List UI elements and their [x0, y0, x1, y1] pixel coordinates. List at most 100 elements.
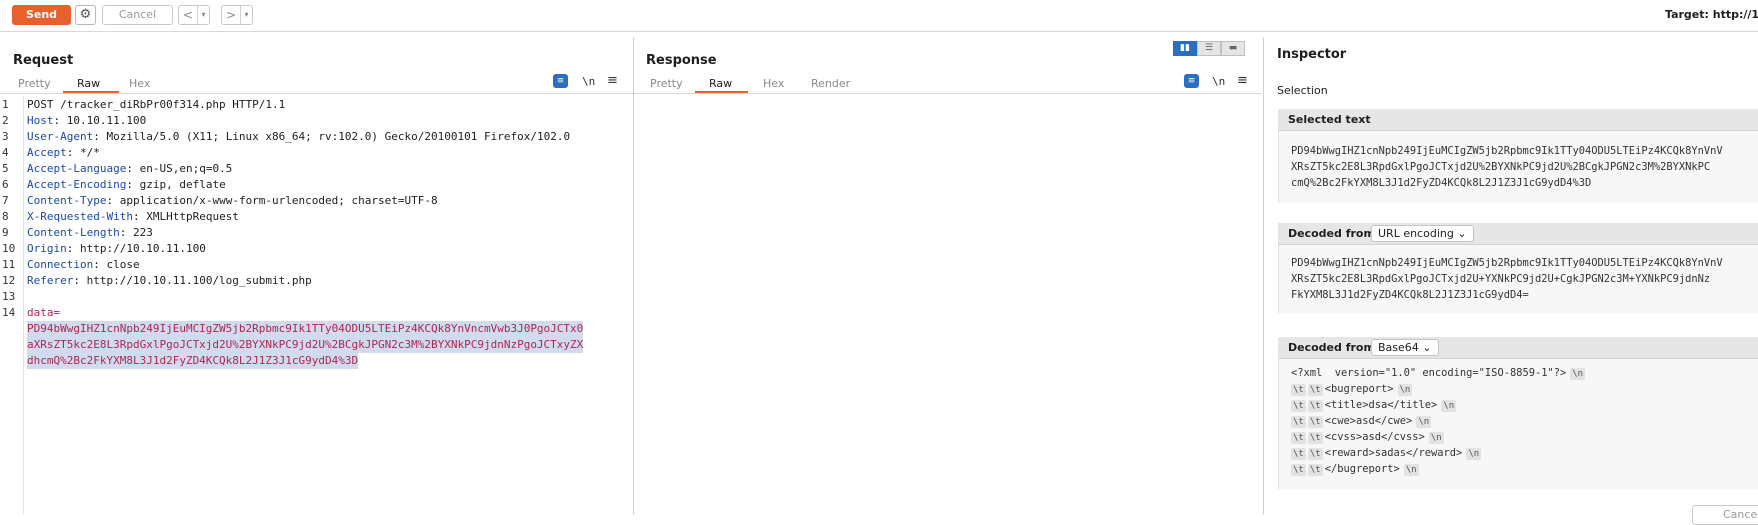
- inspector-cancel-button[interactable]: Cancel: [1692, 505, 1758, 525]
- tab-char-badge: \t: [1307, 400, 1323, 412]
- tab-response-raw[interactable]: Raw: [709, 77, 732, 90]
- tab-char-badge: \t: [1307, 448, 1323, 460]
- send-button[interactable]: Send: [12, 5, 71, 25]
- base64-dropdown[interactable]: Base64 ⌄: [1371, 339, 1439, 356]
- request-title: Request: [13, 53, 74, 68]
- selected-text-label: Selected text: [1288, 113, 1371, 126]
- request-line-content: data=: [27, 305, 60, 321]
- request-line-text: POST /tracker_diRbPr00f314.php HTTP/1.1: [27, 98, 286, 111]
- request-menu-icon[interactable]: ≡: [607, 73, 618, 88]
- body-param-name: data=: [27, 306, 61, 319]
- newline-toggle-icon[interactable]: \n: [582, 75, 595, 88]
- request-line-content: Referer: http://10.10.11.100/log_submit.…: [27, 274, 312, 287]
- back-nav-group[interactable]: < ▾: [178, 5, 210, 25]
- response-wrap-lines-icon[interactable]: ≡: [1184, 74, 1199, 88]
- header-name: X-Requested-With: [27, 210, 133, 223]
- header-value: http://10.10.11.100: [80, 242, 206, 255]
- header-name: Referer: [27, 274, 74, 287]
- line-number: 10: [2, 242, 16, 255]
- header-value: application/x-www-form-urlencoded; chars…: [119, 194, 438, 207]
- layout-stacked-icon[interactable]: ☰: [1197, 41, 1221, 56]
- wrap-lines-icon[interactable]: ≡: [553, 74, 568, 88]
- tab-char-badge: \t: [1291, 448, 1306, 460]
- forward-history-dropdown-icon[interactable]: ▾: [240, 6, 252, 24]
- selected-text-body[interactable]: PD94bWwgIHZ1cnNpb249IjEuMCIgZW5jb2Rpbmc9…: [1278, 131, 1758, 203]
- xml-text: </bugreport>: [1324, 463, 1400, 475]
- response-inspector-divider[interactable]: [1263, 37, 1264, 515]
- tab-request-hex[interactable]: Hex: [129, 77, 150, 90]
- response-newline-toggle-icon[interactable]: \n: [1212, 75, 1225, 88]
- header-name: Connection: [27, 258, 94, 271]
- request-line-content: Connection: close: [27, 258, 140, 271]
- xml-line: \t \t <reward>sadas</reward> \n: [1291, 445, 1483, 461]
- chevron-down-icon: ⌄: [1422, 341, 1432, 354]
- xml-text: <cwe>asd</cwe>: [1324, 415, 1413, 427]
- xml-line: \t \t <bugreport> \n: [1291, 381, 1414, 397]
- layout-tabbed-icon[interactable]: ▬: [1221, 41, 1245, 56]
- tab-request-pretty[interactable]: Pretty: [18, 77, 51, 90]
- back-history-dropdown-icon[interactable]: ▾: [197, 6, 209, 24]
- xml-text: <bugreport>: [1324, 383, 1394, 395]
- header-name: Accept-Encoding: [27, 178, 127, 191]
- tab-response-render[interactable]: Render: [811, 77, 850, 90]
- decoded-from-label: Decoded from:: [1288, 227, 1380, 240]
- request-line-content: Content-Type: application/x-www-form-url…: [27, 194, 438, 207]
- header-name: User-Agent: [27, 130, 94, 143]
- newline-badge: \n: [1570, 368, 1586, 380]
- xml-text: <reward>sadas</reward>: [1324, 447, 1463, 459]
- header-value: 223: [132, 226, 153, 239]
- header-value: en-US,en;q=0.5: [139, 162, 233, 175]
- decoded-url-header[interactable]: Decoded from: URL encoding ⌄: [1278, 223, 1758, 245]
- xml-line: \t \t <title>dsa</title> \n: [1291, 397, 1458, 413]
- line-number: 6: [2, 178, 9, 191]
- layout-side-by-side-icon[interactable]: ▮▮: [1173, 41, 1197, 56]
- newline-badge: \n: [1397, 384, 1413, 396]
- decoded-url-body[interactable]: PD94bWwgIHZ1cnNpb249IjEuMCIgZW5jb2Rpbmc9…: [1278, 245, 1758, 313]
- selected-body-text: aXRsZT5kc2E8L3RpdGxlPgoJCTxjd2U%2BYXNkPC…: [27, 337, 584, 353]
- tab-char-badge: \t: [1307, 416, 1323, 428]
- target-label[interactable]: Target: http://10.10: [1665, 8, 1758, 21]
- tab-response-hex[interactable]: Hex: [763, 77, 784, 90]
- header-name: Accept-Language: [27, 162, 127, 175]
- selected-text-line: XRsZT5kc2E8L3RpdGxlPgoJCTxjd2U%2BYXNkPC9…: [1291, 161, 1711, 173]
- header-value: 10.10.11.100: [66, 114, 147, 127]
- line-number: 9: [2, 226, 9, 239]
- header-value: */*: [80, 146, 100, 159]
- tab-char-badge: \t: [1307, 384, 1323, 396]
- tab-char-badge: \t: [1291, 400, 1306, 412]
- selection-label: Selection: [1277, 84, 1328, 97]
- request-line-content: Content-Length: 223: [27, 226, 153, 239]
- line-number: 12: [2, 274, 16, 287]
- url-encoding-dropdown[interactable]: URL encoding ⌄: [1371, 225, 1474, 242]
- request-line-content: Host: 10.10.11.100: [27, 114, 147, 127]
- forward-nav-group[interactable]: > ▾: [221, 5, 253, 25]
- cancel-button[interactable]: Cancel: [102, 5, 173, 25]
- request-line-content: Accept: */*: [27, 146, 100, 159]
- request-line-content: Origin: http://10.10.11.100: [27, 242, 206, 255]
- selected-text-line: cmQ%2Bc2FkYXM8L3J1d2FyZD4KCQk8L2J1Z3J1cG…: [1291, 177, 1592, 189]
- tab-char-badge: \t: [1291, 464, 1306, 476]
- layout-toggle-group: ▮▮ ☰ ▬: [1173, 41, 1245, 56]
- response-menu-icon[interactable]: ≡: [1237, 73, 1248, 88]
- selected-text-header[interactable]: Selected text: [1278, 109, 1758, 131]
- newline-badge: \n: [1466, 448, 1482, 460]
- tab-char-badge: \t: [1291, 416, 1306, 428]
- line-number: 14: [2, 306, 16, 319]
- tab-char-badge: \t: [1307, 464, 1323, 476]
- decoded-url-line: FkYXM8L3J1d2FyZD4KCQk8L2J1Z3J1cG9ydD4=: [1291, 289, 1529, 301]
- settings-gear-icon[interactable]: ⚙: [75, 5, 96, 25]
- tab-request-raw[interactable]: Raw: [77, 77, 100, 90]
- tab-response-pretty[interactable]: Pretty: [650, 77, 683, 90]
- decoded-base64-header[interactable]: Decoded from: Base64 ⌄: [1278, 337, 1758, 359]
- response-editor[interactable]: [634, 94, 1262, 515]
- inspector-title: Inspector: [1277, 47, 1347, 62]
- back-arrow-icon[interactable]: <: [179, 6, 197, 24]
- xml-line: \t \t </bugreport> \n: [1291, 461, 1421, 477]
- forward-arrow-icon[interactable]: >: [222, 6, 240, 24]
- line-number: 7: [2, 194, 9, 207]
- xml-line: \t \t <cwe>asd</cwe> \n: [1291, 413, 1433, 429]
- decoded-base64-body[interactable]: <?xml version="1.0" encoding="ISO-8859-1…: [1278, 359, 1758, 489]
- newline-badge: \n: [1403, 464, 1419, 476]
- header-value: gzip, deflate: [139, 178, 226, 191]
- tab-char-badge: \t: [1291, 432, 1306, 444]
